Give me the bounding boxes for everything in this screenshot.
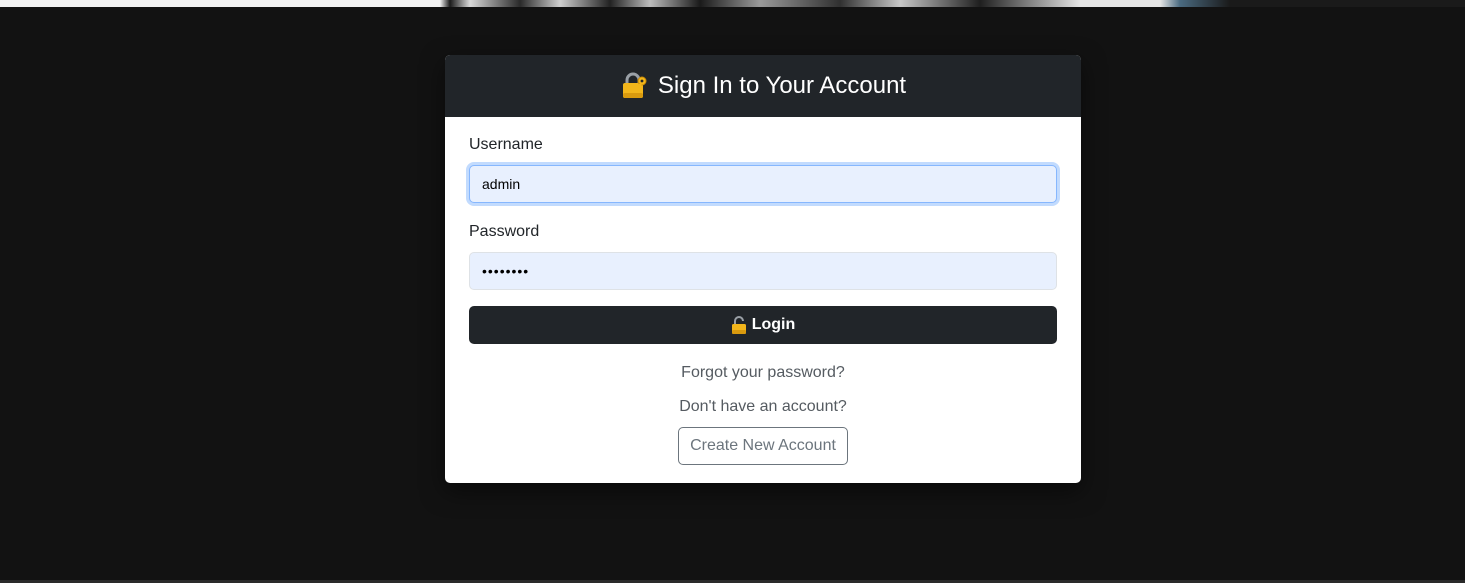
- login-button[interactable]: Login: [469, 306, 1057, 344]
- username-label: Username: [469, 136, 543, 153]
- unlocked-lock-icon: [731, 316, 747, 334]
- account-links: Forgot your password? Don't have an acco…: [469, 364, 1057, 465]
- password-label: Password: [469, 223, 540, 240]
- card-header: Sign In to Your Account: [445, 55, 1081, 117]
- background-image-strip: [0, 0, 1465, 7]
- create-account-button[interactable]: Create New Account: [678, 427, 848, 465]
- login-form: Username Password Login Forgot your pass…: [445, 117, 1081, 481]
- password-input[interactable]: [469, 252, 1057, 290]
- forgot-password-link[interactable]: Forgot your password?: [681, 364, 845, 382]
- page-title: Sign In to Your Account: [657, 72, 907, 99]
- no-account-text: Don't have an account?: [679, 398, 847, 415]
- username-input[interactable]: [469, 165, 1057, 203]
- login-button-label: Login: [751, 316, 796, 333]
- lock-with-key-icon: [620, 72, 648, 100]
- login-card: Sign In to Your Account Username Passwor…: [445, 55, 1081, 483]
